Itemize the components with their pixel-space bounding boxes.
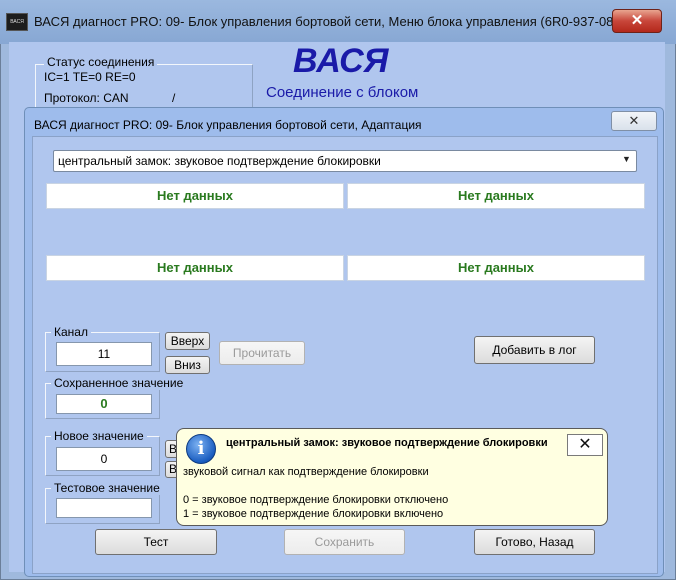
measured-value-box: Нет данных [46,255,344,281]
protocol-separator: / [172,91,176,105]
add-to-log-button[interactable]: Добавить в лог [474,336,595,364]
info-icon: i [186,434,216,464]
test-value-input[interactable] [56,498,152,518]
save-button[interactable]: Сохранить [284,529,405,555]
adaptation-window-title: ВАСЯ диагност PRO: 09- Блок управления б… [34,118,422,132]
adaptation-close-button[interactable]: ✕ [611,111,657,131]
protocol-label: Протокол: CAN [44,91,129,105]
new-value-input[interactable]: 0 [56,447,152,471]
background-window-title: ВАСЯ диагност PRO: 09- Блок управления б… [34,14,652,29]
measured-value-box: Нет данных [46,183,344,209]
channel-label: Канал [51,325,91,339]
measured-value-box: Нет данных [347,255,645,281]
channel-up-button[interactable]: Вверх [165,332,210,350]
connection-subtitle: Соединение с блоком [266,84,419,101]
background-close-button[interactable]: ✕ [612,9,662,33]
parameter-dropdown-value: центральный замок: звуковое подтверждени… [58,154,381,168]
test-value-label: Тестовое значение [51,481,163,495]
tooltip-option-0: 0 = звуковое подтверждение блокировки от… [183,494,449,506]
channel-down-button[interactable]: Вниз [165,356,210,374]
channel-input[interactable]: 11 [56,342,152,366]
connection-status-title: Статус соединения [44,55,158,69]
saved-value-label: Сохраненное значение [51,376,187,390]
test-button[interactable]: Тест [95,529,217,555]
saved-value-field: 0 [56,394,152,414]
tooltip-title: центральный замок: звуковое подтверждени… [226,437,548,449]
new-value-label: Новое значение [51,429,147,443]
chevron-down-icon[interactable]: ▼ [622,154,631,164]
tooltip-option-1: 1 = звуковое подтверждение блокировки вк… [183,508,444,520]
brand-logo-text: ВАСЯ [293,42,389,80]
app-icon: ВАСЯ [6,13,28,31]
tooltip-description: звуковой сигнал как подтверждение блокир… [183,466,429,478]
measured-value-box: Нет данных [347,183,645,209]
done-back-button[interactable]: Готово, Назад [474,529,595,555]
read-button[interactable]: Прочитать [219,341,305,365]
connection-counters: IC=1 TE=0 RE=0 [44,70,136,84]
tooltip-close-button[interactable]: ✕ [567,434,603,456]
